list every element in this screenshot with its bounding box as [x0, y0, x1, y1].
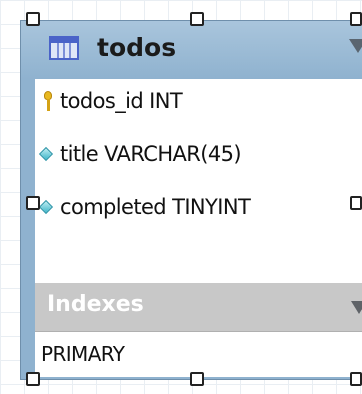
indexes-label: Indexes	[47, 292, 144, 317]
column-diamond-icon	[38, 199, 54, 215]
indexes-section-header[interactable]: Indexes	[35, 283, 362, 331]
resize-handle-icon[interactable]	[26, 12, 40, 26]
resize-handle-icon[interactable]	[26, 196, 40, 210]
table-icon	[49, 36, 79, 60]
columns-list: todos_id INT title VARCHAR(45) completed…	[35, 79, 362, 283]
table-entity-todos[interactable]: todos todos_id INT title VARCHAR(45) com…	[20, 20, 362, 380]
column-diamond-icon	[38, 146, 54, 162]
indexes-list: PRIMARY	[35, 331, 362, 377]
column-label: todos_id INT	[60, 89, 183, 113]
resize-handle-icon[interactable]	[190, 372, 204, 386]
column-row-title[interactable]: title VARCHAR(45)	[35, 140, 362, 170]
resize-handle-icon[interactable]	[350, 12, 362, 26]
index-item-primary[interactable]: PRIMARY	[41, 342, 125, 366]
column-label: completed TINYINT	[60, 195, 251, 219]
table-title: todos	[97, 33, 177, 62]
resize-handle-icon[interactable]	[350, 196, 362, 210]
column-row-todos-id[interactable]: todos_id INT	[35, 87, 362, 117]
resize-handle-icon[interactable]	[26, 372, 40, 386]
primary-key-icon	[43, 91, 53, 113]
chevron-down-icon[interactable]	[349, 39, 362, 53]
column-row-completed[interactable]: completed TINYINT	[35, 193, 362, 223]
column-label: title VARCHAR(45)	[60, 142, 242, 166]
chevron-down-icon[interactable]	[351, 301, 362, 314]
resize-handle-icon[interactable]	[190, 12, 204, 26]
diagram-canvas[interactable]: todos todos_id INT title VARCHAR(45) com…	[0, 0, 362, 394]
table-header[interactable]: todos	[21, 21, 362, 79]
resize-handle-icon[interactable]	[350, 372, 362, 386]
